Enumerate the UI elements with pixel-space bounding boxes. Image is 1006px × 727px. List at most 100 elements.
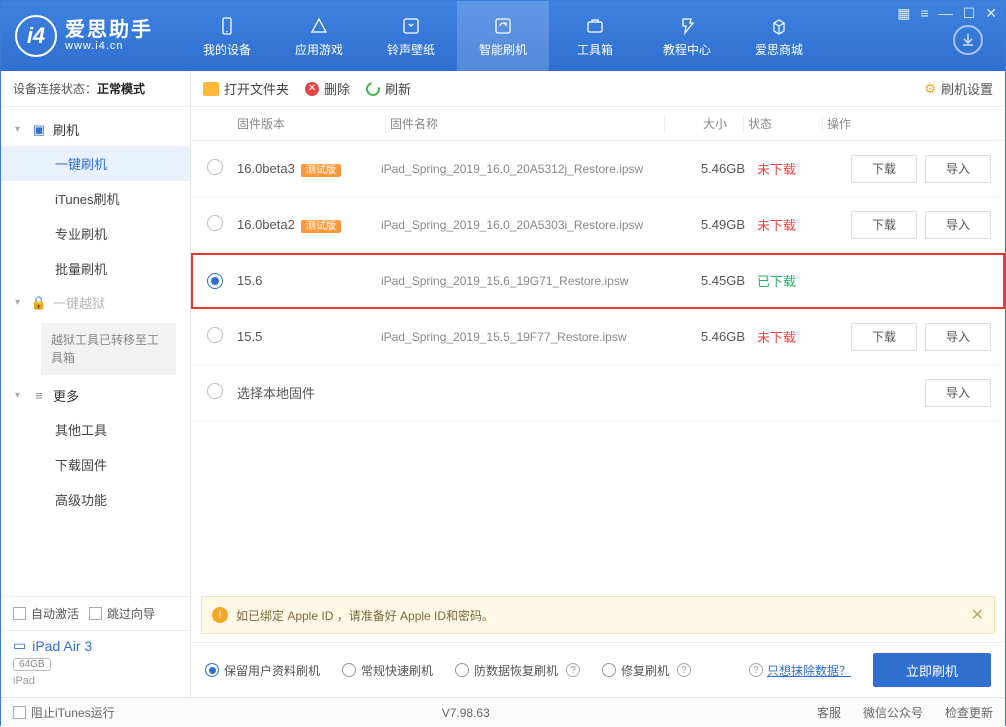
beta-badge: 测试版 (301, 220, 341, 233)
tree-more[interactable]: ▾ ≡ 更多 (1, 379, 190, 412)
firmware-row[interactable]: 15.6 iPad_Spring_2019_15.6_19G71_Restore… (191, 253, 1005, 309)
row-radio[interactable] (207, 327, 223, 343)
col-status: 状态 (748, 115, 818, 132)
download-button[interactable]: 下载 (851, 155, 917, 183)
app-logo: i4 爱思助手 www.i4.cn (1, 15, 181, 57)
sidebar-item[interactable]: 一键刷机 (1, 146, 190, 181)
connection-status: 设备连接状态：正常模式 (1, 71, 190, 107)
folder-icon (203, 82, 219, 96)
firmware-size: 5.45GB (687, 273, 757, 288)
appleid-alert: ! 如已绑定 Apple ID ，请准备好 Apple ID和密码。 ✕ (201, 596, 995, 634)
grid-icon[interactable]: ▦ (897, 5, 910, 22)
device-type: iPad (13, 675, 178, 687)
nav-item[interactable]: 教程中心 (641, 1, 733, 71)
app-url: www.i4.cn (65, 40, 153, 52)
opt-keep-data[interactable]: 保留用户资料刷机 (205, 662, 320, 679)
opt-anti-recover[interactable]: 防数据恢复刷机? (455, 662, 580, 679)
import-button[interactable]: 导入 (925, 211, 991, 239)
app-header: i4 爱思助手 www.i4.cn 我的设备应用游戏铃声壁纸智能刷机工具箱教程中… (1, 1, 1005, 71)
firmware-row[interactable]: 15.5 iPad_Spring_2019_15.5_19F77_Restore… (191, 309, 1005, 365)
chevron-down-icon: ▾ (15, 390, 25, 401)
firmware-size: 5.49GB (687, 217, 757, 232)
sidebar-item[interactable]: 其他工具 (1, 412, 190, 447)
nav-item[interactable]: 应用游戏 (273, 1, 365, 71)
erase-data-link[interactable]: 只想抹除数据？ (767, 662, 851, 679)
sidebar: 设备连接状态：正常模式 ▾ ▣ 刷机 一键刷机iTunes刷机专业刷机批量刷机 … (1, 71, 191, 697)
col-size: 大小 (669, 115, 739, 132)
help-icon[interactable]: ? (749, 663, 763, 677)
nav-icon (492, 15, 514, 37)
jailbreak-note: 越狱工具已转移至工具箱 (41, 323, 176, 375)
beta-badge: 测试版 (301, 164, 341, 177)
download-button[interactable]: 下载 (851, 323, 917, 351)
tree-jailbreak: ▾ 🔒 一键越狱 (1, 286, 190, 319)
footer-link[interactable]: 检查更新 (945, 704, 993, 721)
firmware-status: 未下载 (757, 327, 827, 346)
alert-text: 如已绑定 Apple ID ，请准备好 Apple ID和密码。 (236, 607, 494, 624)
nav-icon (768, 15, 790, 37)
alert-close-button[interactable]: ✕ (971, 605, 984, 625)
delete-button[interactable]: ✕删除 (305, 79, 350, 98)
help-icon[interactable]: ? (566, 663, 580, 677)
tree-flash[interactable]: ▾ ▣ 刷机 (1, 113, 190, 146)
sidebar-item[interactable]: 专业刷机 (1, 216, 190, 251)
opt-normal[interactable]: 常规快速刷机 (342, 662, 433, 679)
skip-guide-checkbox[interactable]: 跳过向导 (89, 605, 155, 622)
download-indicator-icon[interactable] (953, 25, 983, 55)
sidebar-item[interactable]: 批量刷机 (1, 251, 190, 286)
device-capacity: 64GB (13, 658, 51, 671)
menu-icon[interactable]: ≡ (921, 5, 929, 22)
firmware-status: 已下载 (757, 271, 827, 290)
status-bar: 阻止iTunes运行 V7.98.63 客服微信公众号检查更新 (1, 697, 1005, 727)
titlebar-buttons: ▦ ≡ — ☐ ✕ (897, 5, 997, 22)
help-icon[interactable]: ? (677, 663, 691, 677)
nav-item[interactable]: 爱思商城 (733, 1, 825, 71)
row-radio[interactable] (207, 215, 223, 231)
table-header: 固件版本 固件名称 大小 状态 操作 (191, 107, 1005, 141)
start-flash-button[interactable]: 立即刷机 (873, 653, 991, 687)
opt-repair[interactable]: 修复刷机? (602, 662, 691, 679)
sidebar-item[interactable]: 下载固件 (1, 447, 190, 482)
device-name[interactable]: ▭ iPad Air 3 (13, 637, 178, 654)
import-button[interactable]: 导入 (925, 379, 991, 407)
firmware-name: iPad_Spring_2019_15.5_19F77_Restore.ipsw (381, 330, 687, 344)
chevron-down-icon: ▾ (15, 297, 25, 308)
row-radio[interactable] (207, 383, 223, 399)
firmware-table: 16.0beta3测试版 iPad_Spring_2019_16.0_20A53… (191, 141, 1005, 421)
more-icon: ≡ (31, 388, 47, 403)
auto-activate-checkbox[interactable]: 自动激活 (13, 605, 79, 622)
nav-icon (400, 15, 422, 37)
footer-link[interactable]: 客服 (817, 704, 841, 721)
firmware-row[interactable]: 16.0beta3测试版 iPad_Spring_2019_16.0_20A53… (191, 141, 1005, 197)
sidebar-item[interactable]: iTunes刷机 (1, 181, 190, 216)
download-button[interactable]: 下载 (851, 211, 917, 239)
nav-icon (216, 15, 238, 37)
col-ops: 操作 (827, 115, 997, 132)
flash-options: 保留用户资料刷机 常规快速刷机 防数据恢复刷机? 修复刷机? ?只想抹除数据？ … (191, 642, 1005, 697)
open-folder-button[interactable]: 打开文件夹 (203, 79, 289, 98)
firmware-row[interactable]: 16.0beta2测试版 iPad_Spring_2019_16.0_20A53… (191, 197, 1005, 253)
nav-icon (308, 15, 330, 37)
import-button[interactable]: 导入 (925, 155, 991, 183)
nav-item[interactable]: 我的设备 (181, 1, 273, 71)
firmware-status: 未下载 (757, 159, 827, 178)
nav-item[interactable]: 工具箱 (549, 1, 641, 71)
row-radio[interactable] (207, 159, 223, 175)
nav-icon (676, 15, 698, 37)
close-icon[interactable]: ✕ (985, 5, 997, 22)
minimize-icon[interactable]: — (939, 5, 953, 22)
local-firmware-row[interactable]: 选择本地固件 导入 (191, 365, 1005, 421)
nav-item[interactable]: 智能刷机 (457, 1, 549, 71)
import-button[interactable]: 导入 (925, 323, 991, 351)
maximize-icon[interactable]: ☐ (963, 5, 976, 22)
sidebar-item[interactable]: 高级功能 (1, 482, 190, 517)
row-radio[interactable] (207, 273, 223, 289)
nav-icon (584, 15, 606, 37)
flash-settings-button[interactable]: ⚙刷机设置 (924, 79, 993, 98)
block-itunes-checkbox[interactable]: 阻止iTunes运行 (13, 704, 115, 721)
refresh-button[interactable]: 刷新 (366, 79, 411, 98)
firmware-size: 5.46GB (687, 329, 757, 344)
device-info: ▭ iPad Air 3 64GB iPad (1, 630, 190, 697)
footer-link[interactable]: 微信公众号 (863, 704, 923, 721)
nav-item[interactable]: 铃声壁纸 (365, 1, 457, 71)
